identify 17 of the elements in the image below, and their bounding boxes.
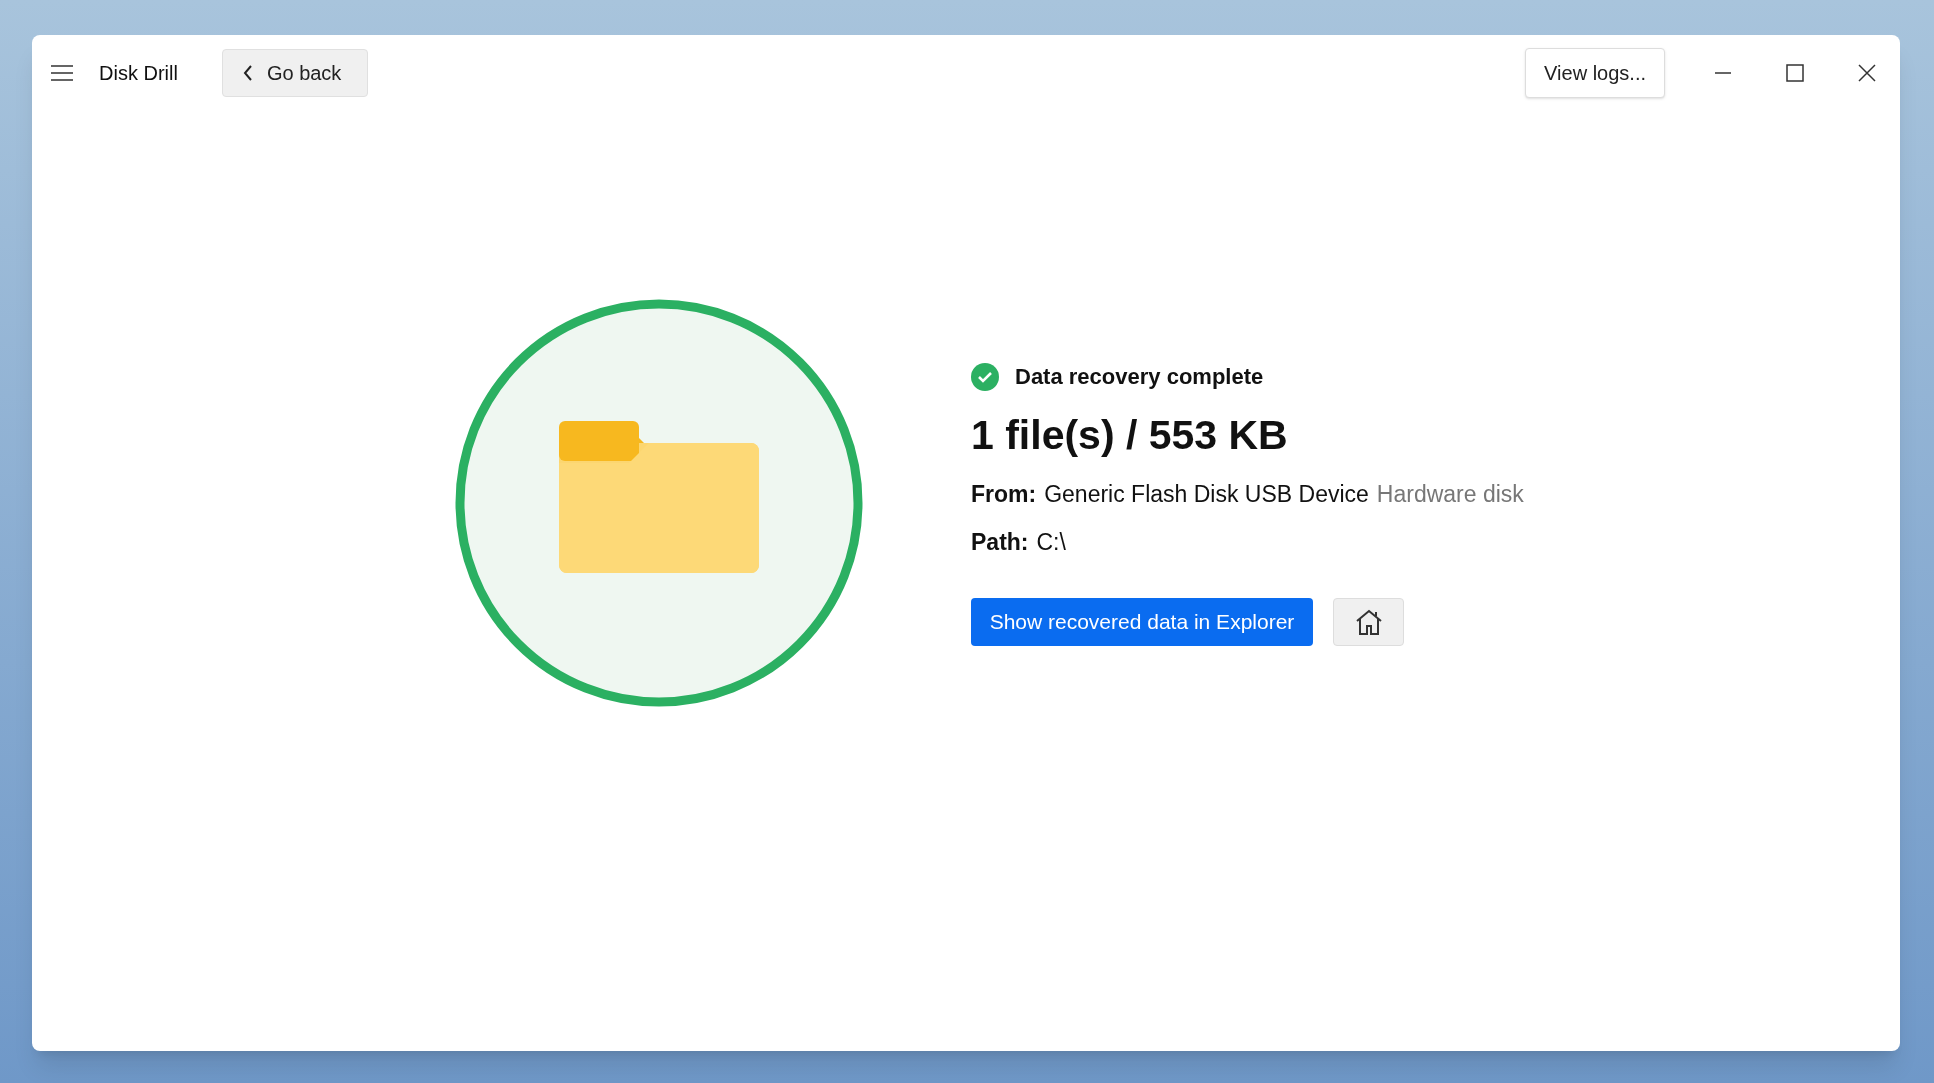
chevron-left-icon <box>242 63 253 82</box>
status-text: Data recovery complete <box>1015 363 1264 392</box>
view-logs-button[interactable]: View logs... <box>1525 47 1665 98</box>
summary-text: 1 file(s) / 553 KB <box>971 411 1289 461</box>
disk-type: Hardware disk <box>1376 479 1524 509</box>
window-title: Disk Drill <box>99 60 178 86</box>
go-back-button[interactable]: Go back <box>221 48 368 97</box>
minimize-icon[interactable] <box>1715 71 1731 74</box>
maximize-icon[interactable] <box>1786 63 1804 82</box>
close-icon[interactable] <box>1858 63 1876 82</box>
path-label: Path: <box>971 528 1029 558</box>
show-in-explorer-button[interactable]: Show recovered data in Explorer <box>971 597 1313 646</box>
from-value: Generic Flash Disk USB Device <box>1044 479 1369 509</box>
from-label: From: <box>971 479 1037 509</box>
path-value: C:\ <box>1036 528 1066 558</box>
menu-icon[interactable] <box>50 63 74 82</box>
home-button[interactable] <box>1333 597 1404 646</box>
